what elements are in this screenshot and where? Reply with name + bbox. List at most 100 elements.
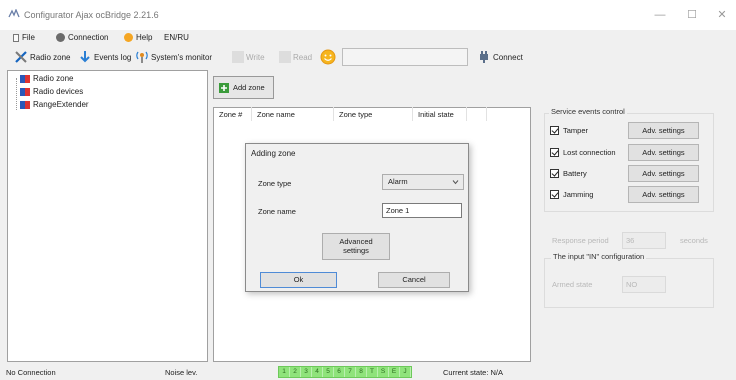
noise-indicator-cell: 8 <box>356 367 367 377</box>
tree-item-label: Radio devices <box>33 87 84 96</box>
noise-indicator-cell: 7 <box>345 367 356 377</box>
tree-item-range-extender[interactable]: RangeExtender <box>20 100 89 109</box>
column-divider <box>251 107 252 121</box>
current-state: Current state: N/A <box>443 368 504 377</box>
systems-monitor-button[interactable]: System's monitor <box>135 49 212 65</box>
device-tree <box>7 70 208 362</box>
maximize-button[interactable]: ☐ <box>682 7 702 23</box>
checkbox-label: Lost connection <box>563 148 616 157</box>
add-zone-label: Add zone <box>233 83 265 92</box>
connect-button[interactable]: Connect <box>477 49 523 65</box>
jamming-checkbox[interactable]: Jamming <box>550 190 593 199</box>
zone-type-value: Alarm <box>388 177 408 186</box>
menu-language-label: EN/RU <box>164 33 189 42</box>
battery-adv-settings-button[interactable]: Adv. settings <box>628 165 699 182</box>
menu-connection-label: Connection <box>68 33 109 42</box>
zone-name-input[interactable]: Zone 1 <box>382 203 462 218</box>
tamper-adv-settings-button[interactable]: Adv. settings <box>628 122 699 139</box>
radio-zone-tree-icon <box>20 74 30 83</box>
column-header-initial-state[interactable]: Initial state <box>418 110 454 119</box>
menu-help[interactable]: Help <box>124 33 152 42</box>
tree-item-radio-zone[interactable]: Radio zone <box>20 74 73 83</box>
connection-status: No Connection <box>6 368 56 377</box>
events-log-icon <box>80 51 90 63</box>
close-button[interactable]: ✕ <box>712 7 732 23</box>
response-period-label: Response period <box>552 236 609 245</box>
in-config-title: The input "IN" configuration <box>551 252 647 261</box>
radio-zone-label: Radio zone <box>30 52 71 62</box>
jamming-adv-settings-button[interactable]: Adv. settings <box>628 186 699 203</box>
radio-zone-icon <box>15 51 27 63</box>
write-icon <box>232 51 244 63</box>
advanced-settings-label-line1: Advanced <box>339 237 373 246</box>
column-divider <box>412 107 413 121</box>
checkbox-box <box>550 148 559 157</box>
noise-indicator-strip: 12345678TSEJ <box>278 366 412 378</box>
noise-indicator-cell: E <box>389 367 400 377</box>
noise-level-label: Noise lev. <box>165 368 198 377</box>
dialog-title: Adding zone <box>251 149 296 158</box>
menu-file-label: File <box>22 33 35 42</box>
cancel-button[interactable]: Cancel <box>378 272 450 288</box>
checkbox-box <box>550 126 559 135</box>
zone-type-select[interactable]: Alarm <box>382 174 464 190</box>
ok-button[interactable]: Ok <box>260 272 337 288</box>
write-label: Write <box>246 52 265 62</box>
read-button[interactable]: Read <box>279 49 312 65</box>
noise-indicator-cell: 6 <box>334 367 345 377</box>
advanced-settings-button[interactable]: Advanced settings <box>322 233 390 260</box>
systems-monitor-icon <box>136 51 148 63</box>
events-log-label: Events log <box>94 52 132 62</box>
noise-indicator-cell: J <box>400 367 411 377</box>
noise-indicator-cell: 3 <box>301 367 312 377</box>
add-icon <box>219 82 229 93</box>
column-header-zone-number[interactable]: Zone # <box>219 110 242 119</box>
minimize-button[interactable]: — <box>650 7 670 23</box>
column-divider <box>466 107 467 121</box>
menu-connection[interactable]: Connection <box>56 33 108 42</box>
smiley-icon <box>320 49 336 65</box>
advanced-settings-label-line2: settings <box>343 246 369 255</box>
tamper-checkbox[interactable]: Tamper <box>550 126 588 135</box>
checkbox-box <box>550 190 559 199</box>
tree-item-radio-devices[interactable]: Radio devices <box>20 87 83 96</box>
radio-zone-button[interactable]: Radio zone <box>14 49 70 65</box>
zone-type-label: Zone type <box>258 179 292 188</box>
response-period-unit: seconds <box>680 236 708 245</box>
connection-icon <box>56 33 65 42</box>
lost-connection-checkbox[interactable]: Lost connection <box>550 148 616 157</box>
lost-connection-adv-settings-button[interactable]: Adv. settings <box>628 144 699 161</box>
help-icon <box>124 33 133 42</box>
checkbox-label: Tamper <box>563 126 589 135</box>
tree-item-label: RangeExtender <box>33 100 89 109</box>
armed-state-select[interactable]: NO <box>622 276 666 293</box>
file-icon <box>13 33 19 42</box>
plug-icon <box>480 51 488 63</box>
noise-indicator-cell: T <box>367 367 378 377</box>
events-log-button[interactable]: Events log <box>78 49 131 65</box>
checkbox-label: Jamming <box>563 190 594 199</box>
column-divider <box>486 107 487 121</box>
response-period-select[interactable]: 36 <box>622 232 666 249</box>
armed-state-label: Armed state <box>552 280 593 289</box>
menu-language[interactable]: EN/RU <box>164 33 189 42</box>
app-icon <box>8 9 20 18</box>
column-divider <box>333 107 334 121</box>
read-label: Read <box>293 52 313 62</box>
noise-indicator-cell: 2 <box>290 367 301 377</box>
add-zone-button[interactable]: Add zone <box>213 76 274 99</box>
zone-name-label: Zone name <box>258 207 296 216</box>
menu-file[interactable]: File <box>13 33 35 42</box>
column-header-zone-name[interactable]: Zone name <box>257 110 295 119</box>
connect-label: Connect <box>493 52 523 62</box>
noise-indicator-cell: S <box>378 367 389 377</box>
battery-checkbox[interactable]: Battery <box>550 169 587 178</box>
noise-indicator-cell: 5 <box>323 367 334 377</box>
noise-indicator-cell: 4 <box>312 367 323 377</box>
tree-item-label: Radio zone <box>33 74 74 83</box>
write-button[interactable]: Write <box>232 49 265 65</box>
column-header-zone-type[interactable]: Zone type <box>339 110 372 119</box>
tree-connector <box>16 78 17 110</box>
menu-bar <box>0 30 736 46</box>
device-field <box>342 48 468 66</box>
